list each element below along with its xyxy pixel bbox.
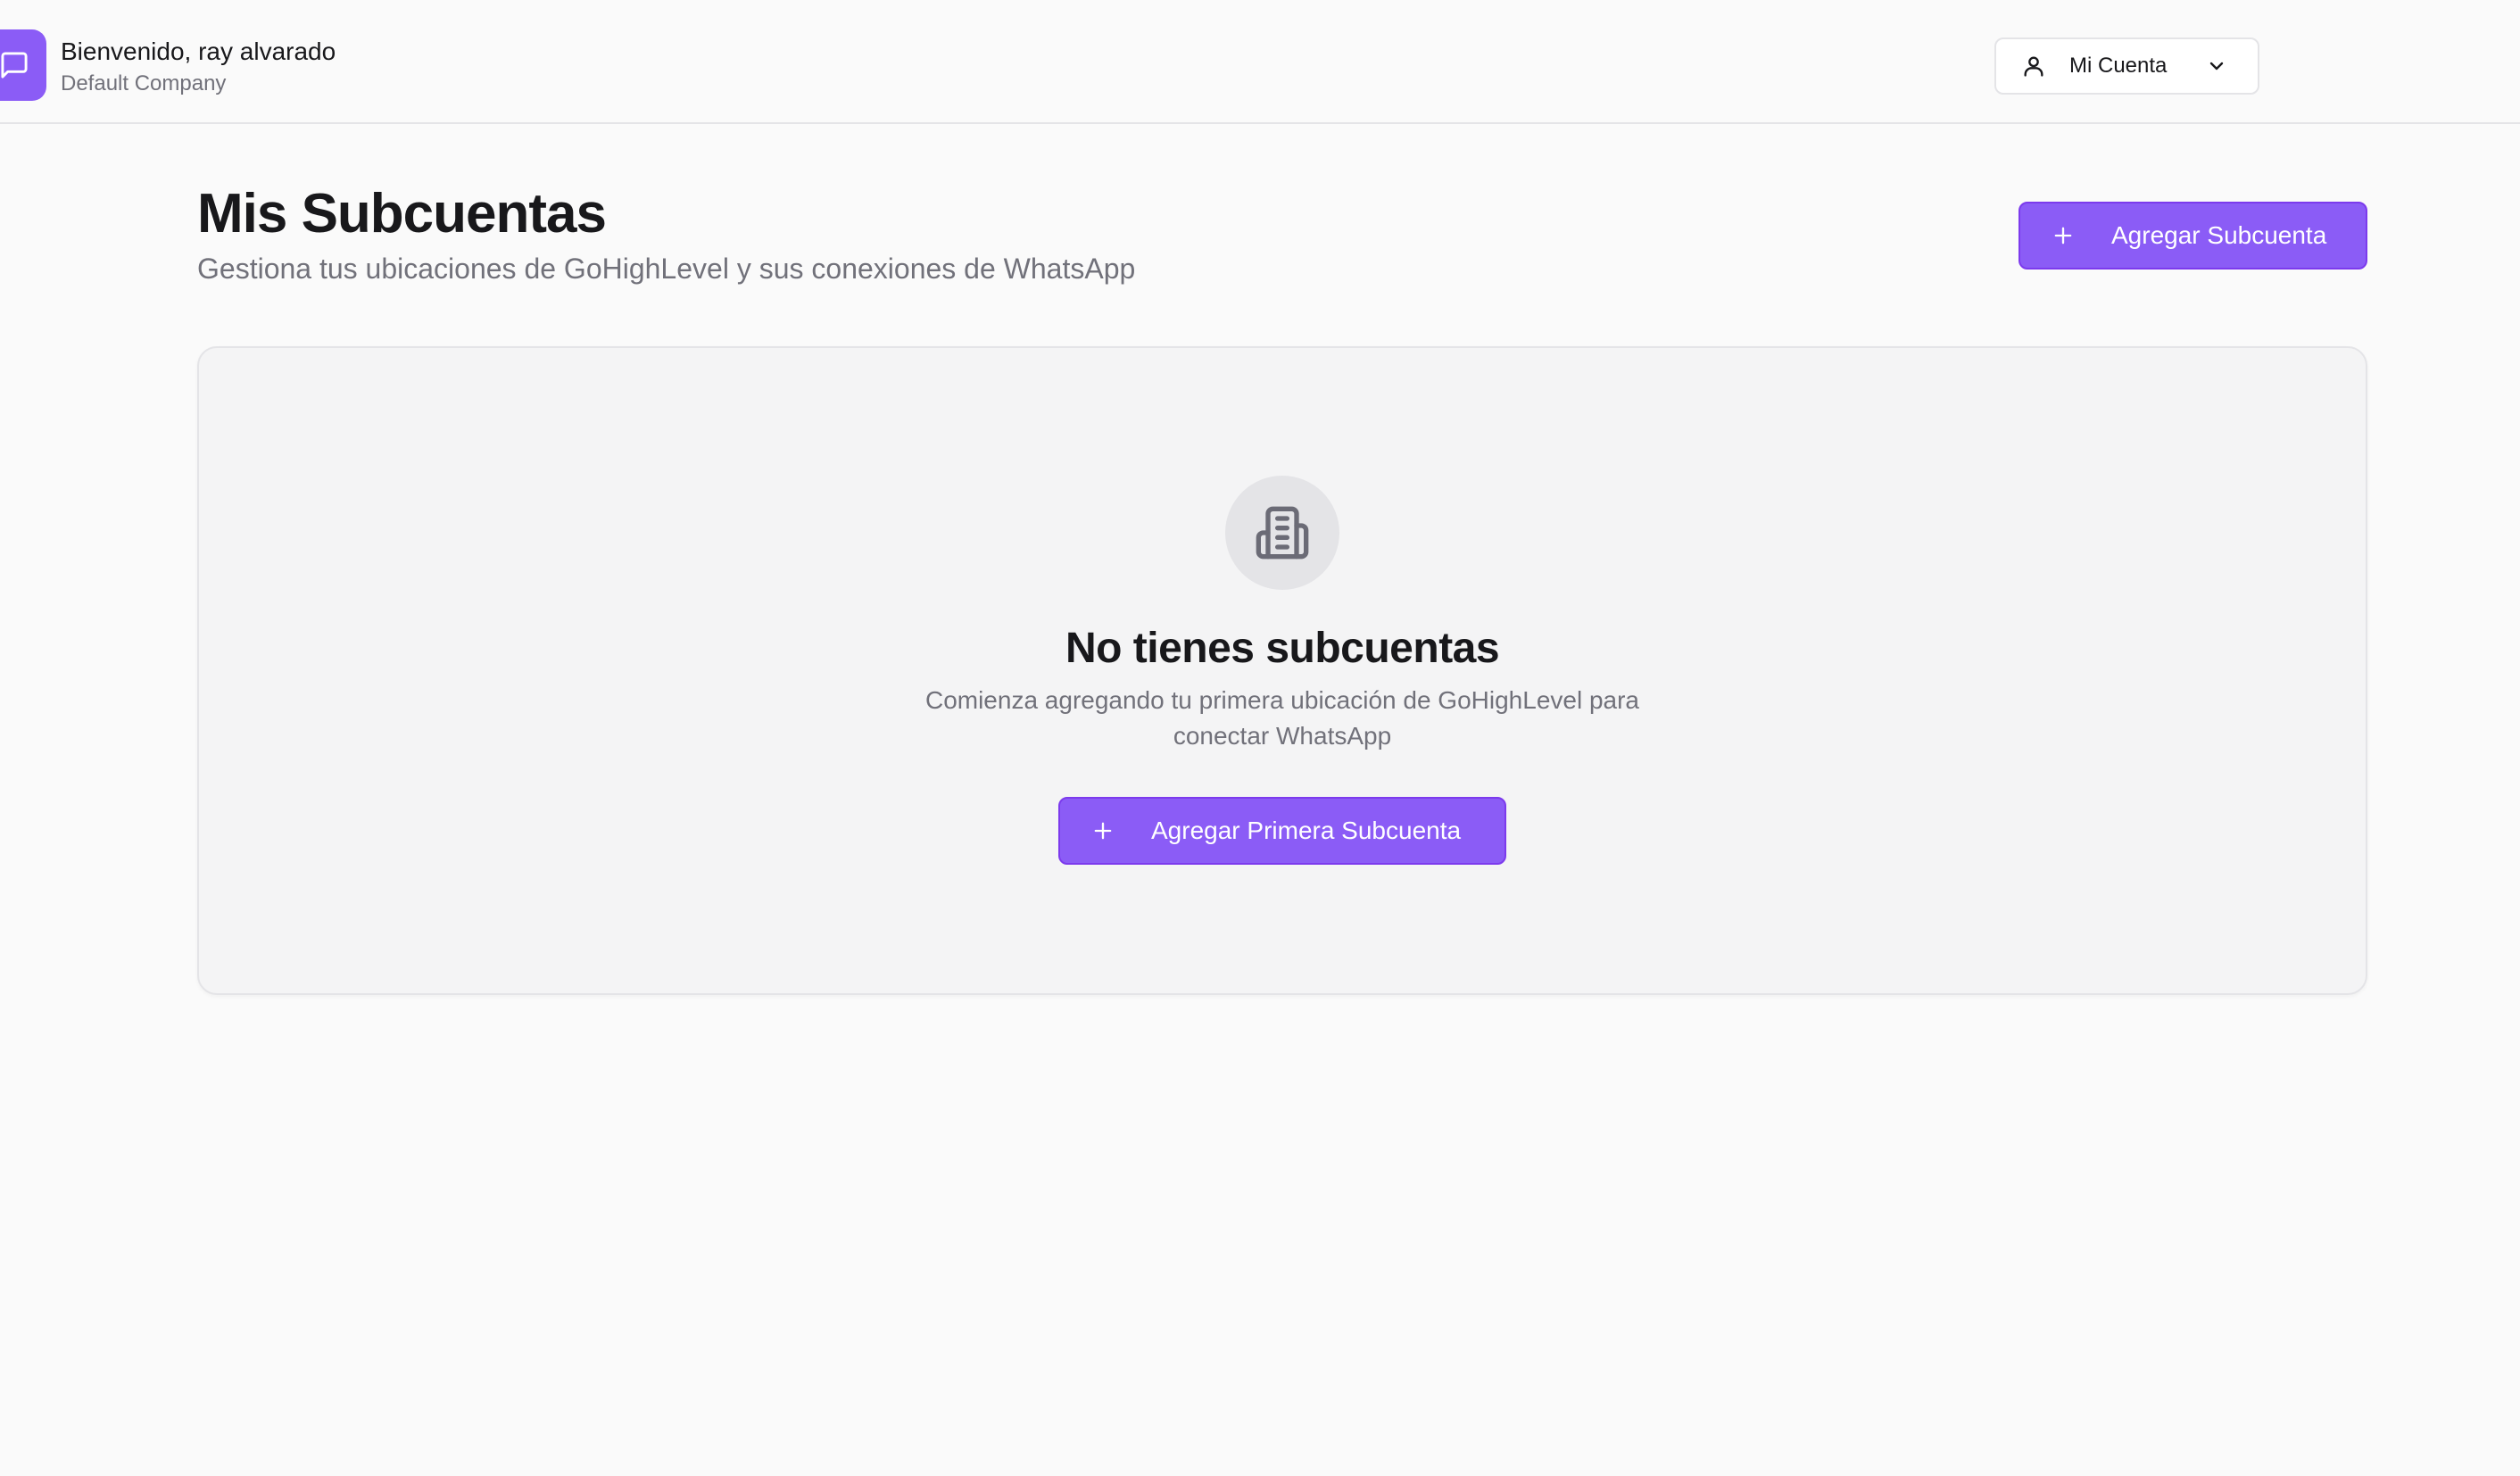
page-title: Mis Subcuentas <box>197 183 607 245</box>
welcome-block: Bienvenido, ray alvarado Default Company <box>61 36 336 98</box>
empty-state-title: No tienes subcuentas <box>1065 625 1500 672</box>
plus-icon <box>1094 822 1112 840</box>
account-menu-button[interactable]: Mi Cuenta <box>1994 37 2259 95</box>
plus-icon <box>2054 227 2072 245</box>
app-logo[interactable] <box>0 29 46 101</box>
welcome-title: Bienvenido, ray alvarado <box>61 37 336 65</box>
add-subaccount-button[interactable]: Agregar Subcuenta <box>2018 202 2367 269</box>
add-subaccount-label: Agregar Subcuenta <box>2111 221 2327 249</box>
add-first-subaccount-label: Agregar Primera Subcuenta <box>1151 817 1462 844</box>
top-bar: Bienvenido, ray alvarado Default Company… <box>0 0 2520 124</box>
account-label: Mi Cuenta <box>2069 54 2168 78</box>
company-name: Default Company <box>61 71 227 95</box>
empty-state-description-line2: conectar WhatsApp <box>1173 722 1392 750</box>
user-icon <box>2024 56 2043 77</box>
message-square-icon <box>1 52 28 79</box>
building-icon <box>1256 506 1309 560</box>
empty-state-icon-circle <box>1225 476 1339 590</box>
chevron-down-icon <box>2210 62 2224 70</box>
empty-state-description: Comienza agregando tu primera ubicación … <box>197 683 2367 754</box>
page-subtitle: Gestiona tus ubicaciones de GoHighLevel … <box>197 253 1136 285</box>
add-first-subaccount-button[interactable]: Agregar Primera Subcuenta <box>1058 797 1506 865</box>
empty-state-description-line1: Comienza agregando tu primera ubicación … <box>924 686 1640 714</box>
